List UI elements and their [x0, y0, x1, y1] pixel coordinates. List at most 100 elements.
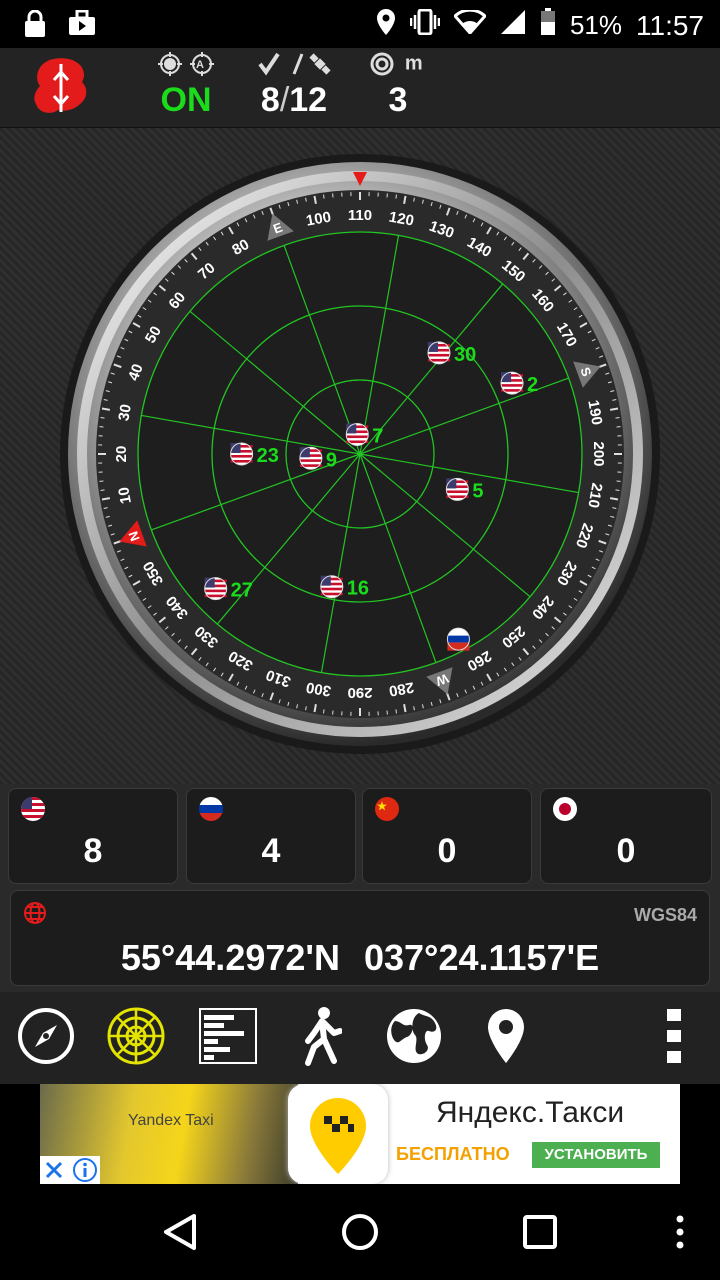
dial-tick — [323, 194, 325, 199]
dial-label-text: 200 — [590, 441, 607, 466]
usa-flag-icon — [345, 422, 369, 446]
usa-flag-icon — [299, 446, 323, 470]
compass-button[interactable] — [16, 1006, 76, 1066]
walk-button[interactable] — [292, 1006, 352, 1066]
dial-tick — [101, 407, 111, 411]
constellation-card-glonass[interactable]: 4 — [186, 788, 356, 884]
latitude: 55°44.2972'N — [120, 937, 340, 978]
ad-close-icon[interactable] — [42, 1158, 66, 1182]
satellite-count-column: 8/12 — [248, 52, 340, 120]
home-button[interactable] — [340, 1212, 380, 1257]
glonass-count: 4 — [261, 832, 281, 870]
skyplot-panel: N 10 20 30 40 50 60 70 80 E 100 110 120 130 140 150 160 1… — [0, 128, 720, 784]
accuracy-value: 3 — [388, 81, 408, 119]
satellite-id: 7 — [372, 425, 383, 447]
satellite-id: 9 — [326, 449, 337, 471]
lock-icon — [24, 9, 46, 43]
globe-icon — [23, 901, 47, 925]
datum-label: WGS84 — [633, 905, 697, 925]
ad-banner[interactable]: Yandex Taxi Яндекс.Такси БЕСПЛАТНО УСТАН… — [40, 1084, 680, 1184]
dial-tick — [100, 417, 105, 419]
satellite-id: 5 — [472, 480, 483, 502]
gps-count: 8 — [83, 832, 103, 870]
usa-flag-icon — [427, 341, 451, 365]
earth-icon — [387, 1009, 441, 1063]
ad-title: Яндекс.Такси — [436, 1096, 625, 1129]
constellation-card-gps[interactable]: 8 — [8, 788, 178, 884]
signal-bars-button[interactable] — [198, 1006, 258, 1066]
satellite-id: 2 — [527, 374, 538, 396]
ad-choices[interactable] — [40, 1156, 100, 1184]
dial-label-text: 10 — [115, 486, 135, 505]
signal-icon — [500, 9, 526, 42]
beidou-count: 0 — [437, 832, 457, 870]
dial-tick — [395, 709, 397, 714]
vibrate-icon — [409, 8, 441, 42]
dial-label: 110 — [348, 207, 372, 224]
satellite-header-icons — [248, 52, 340, 80]
usa-flag-icon — [445, 477, 469, 501]
longitude: 037°24.1157'E — [363, 937, 600, 978]
ad-info-icon[interactable] — [72, 1157, 98, 1183]
dial-tick — [101, 497, 111, 501]
back-icon — [164, 1214, 196, 1250]
ad-install-button[interactable]: УСТАНОВИТЬ — [532, 1142, 660, 1168]
compass-icon — [18, 1008, 74, 1064]
dial-tick — [609, 497, 619, 501]
app-logo-icon[interactable] — [34, 58, 88, 118]
dial-tick — [609, 407, 619, 411]
home-icon — [342, 1214, 378, 1250]
map-pin-icon — [488, 1009, 524, 1063]
satellite-id: 30 — [454, 344, 476, 366]
ad-free-label: БЕСПЛАТНО — [396, 1144, 510, 1164]
clock: 11:57 — [636, 9, 704, 41]
coordinates-value: 55°44.2972'N 037°24.1157'E — [11, 937, 709, 979]
dial-tick — [323, 709, 325, 714]
dial-label: 20 — [113, 446, 130, 463]
accuracy-header: m — [366, 52, 430, 80]
status-bar: 51% 11:57 — [0, 0, 720, 48]
dial-tick — [313, 703, 317, 713]
more-vertical-icon — [667, 1009, 681, 1063]
qzss-count: 0 — [616, 832, 636, 870]
dial-label: 30 — [115, 403, 135, 422]
dial-label: 10 — [115, 486, 135, 505]
system-navigation-bar — [0, 1184, 720, 1280]
recents-button[interactable] — [522, 1214, 558, 1255]
dial-tick — [313, 195, 317, 205]
briefcase-icon — [68, 9, 96, 43]
satellite-id: 27 — [231, 580, 253, 602]
dial-label: 290 — [347, 684, 372, 701]
battery-percent: 51% — [569, 10, 622, 40]
usa-flag-icon — [320, 575, 344, 599]
nav-menu-button[interactable] — [672, 1214, 688, 1255]
accuracy-unit: m — [404, 52, 427, 75]
globe-button[interactable] — [384, 1006, 444, 1066]
gps-state: ON — [160, 81, 212, 119]
taxi-app-icon — [310, 1098, 366, 1174]
usa-flag-icon — [21, 797, 45, 821]
signal-bars-icon — [199, 1008, 257, 1064]
china-flag-icon — [375, 797, 399, 821]
coordinates-card[interactable]: WGS84 55°44.2972'N 037°24.1157'E — [10, 890, 710, 986]
walking-person-icon — [305, 1007, 342, 1066]
skyplot[interactable]: N1020304050607080E 100 110 120 1301401501601… — [0, 128, 720, 784]
dial-label-text: 30 — [115, 403, 135, 422]
skyplot-button[interactable] — [106, 1006, 166, 1066]
dial-tick — [615, 489, 620, 491]
more-dots-icon — [676, 1215, 684, 1249]
constellation-card-beidou[interactable]: 0 — [362, 788, 532, 884]
gps-state-column[interactable]: A ON — [156, 52, 216, 120]
dial-tick — [403, 703, 407, 713]
radar-icon — [107, 1007, 165, 1065]
overflow-menu-button[interactable] — [644, 1006, 704, 1066]
usa-flag-icon — [230, 442, 254, 466]
satellite-id: 16 — [347, 578, 369, 600]
location-pin-button[interactable] — [476, 1006, 536, 1066]
battery-icon — [540, 8, 556, 43]
back-button[interactable] — [160, 1212, 200, 1257]
dial-label-text: 290 — [347, 684, 372, 701]
constellation-card-qzss[interactable]: 0 — [540, 788, 712, 884]
satellite-marker[interactable] — [446, 627, 470, 651]
gps-mode-icons: A — [156, 52, 216, 80]
